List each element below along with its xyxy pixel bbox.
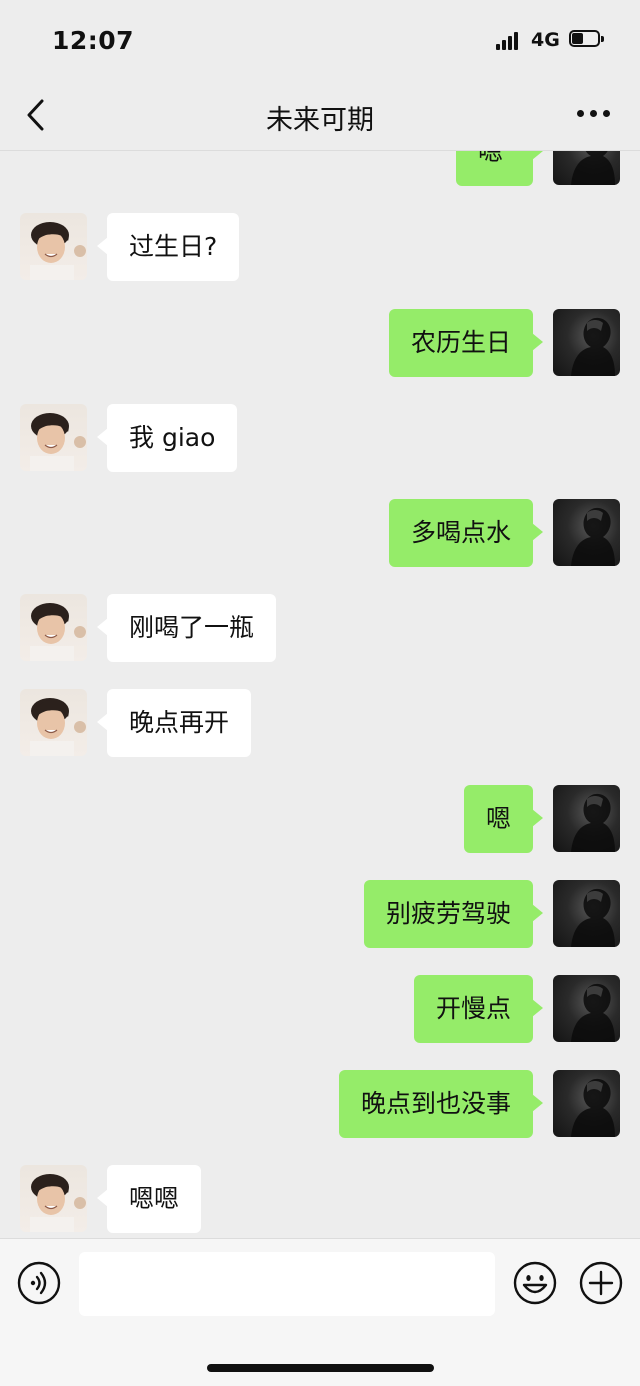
my-avatar[interactable] [553,785,620,852]
message-text: 开慢点 [435,994,511,1023]
message-text: 过生日? [129,232,218,261]
message-text: 别疲劳驾驶 [385,899,511,928]
message-text: 多喝点水 [410,518,511,547]
message-bubble[interactable]: 农历生日 [388,309,544,377]
plus-icon[interactable] [579,1261,623,1305]
message-list[interactable]: 嗯 过生日? 农历生日 我 giao 多喝点水 刚喝了一瓶 晚点再开 嗯 别疲劳… [0,151,640,1237]
message-text: 刚喝了一瓶 [129,613,255,642]
message-text: 农历生日 [410,328,511,357]
input-bar [0,1238,640,1386]
message-bubble[interactable]: 晚点再开 [96,689,252,757]
message-row: 嗯嗯 [0,1165,640,1233]
message-text: 我 giao [129,423,216,452]
signal-icon [496,32,522,50]
my-avatar[interactable] [553,499,620,566]
more-dots-icon[interactable] [577,110,611,118]
home-indicator [207,1364,434,1372]
contact-avatar[interactable] [20,1165,87,1232]
message-bubble[interactable]: 我 giao [96,404,238,472]
message-row: 晚点再开 [0,689,640,757]
status-bar: 12:07 4G [0,0,640,80]
message-row: 农历生日 [0,309,640,377]
message-text: 晚点到也没事 [360,1089,511,1118]
message-row: 嗯 [0,785,640,853]
message-row: 过生日? [0,213,640,281]
contact-avatar[interactable] [20,594,87,661]
contact-avatar[interactable] [20,404,87,471]
my-avatar[interactable] [553,151,620,185]
message-row: 晚点到也没事 [0,1070,640,1138]
nav-bar: 未来可期 [0,80,640,151]
message-text: 嗯嗯 [129,1184,180,1213]
contact-avatar[interactable] [20,213,87,280]
my-avatar[interactable] [553,975,620,1042]
message-input[interactable] [79,1252,495,1316]
message-row: 刚喝了一瓶 [0,594,640,662]
contact-avatar[interactable] [20,689,87,756]
message-bubble[interactable]: 嗯 [463,785,544,853]
message-row: 我 giao [0,404,640,472]
message-bubble[interactable]: 刚喝了一瓶 [96,594,277,662]
message-row: 开慢点 [0,975,640,1043]
battery-icon [569,30,604,49]
message-bubble[interactable]: 嗯 [456,151,543,186]
status-time: 12:07 [52,26,135,55]
chat-title: 未来可期 [266,105,374,136]
message-text: 嗯 [478,151,504,166]
my-avatar[interactable] [553,309,620,376]
message-text: 嗯 [485,804,511,833]
message-bubble[interactable]: 多喝点水 [388,499,544,567]
emoji-icon[interactable] [513,1261,557,1305]
message-bubble[interactable]: 嗯嗯 [96,1165,202,1233]
message-bubble[interactable]: 过生日? [96,213,240,281]
message-text: 晚点再开 [129,708,230,737]
message-row: 嗯 [0,151,640,186]
message-row: 别疲劳驾驶 [0,880,640,948]
my-avatar[interactable] [553,880,620,947]
voice-icon[interactable] [17,1261,61,1305]
my-avatar[interactable] [553,1070,620,1137]
message-bubble[interactable]: 晚点到也没事 [338,1070,544,1138]
message-bubble[interactable]: 开慢点 [413,975,544,1043]
message-row: 多喝点水 [0,499,640,567]
network-type: 4G [531,29,560,51]
message-bubble[interactable]: 别疲劳驾驶 [363,880,544,948]
